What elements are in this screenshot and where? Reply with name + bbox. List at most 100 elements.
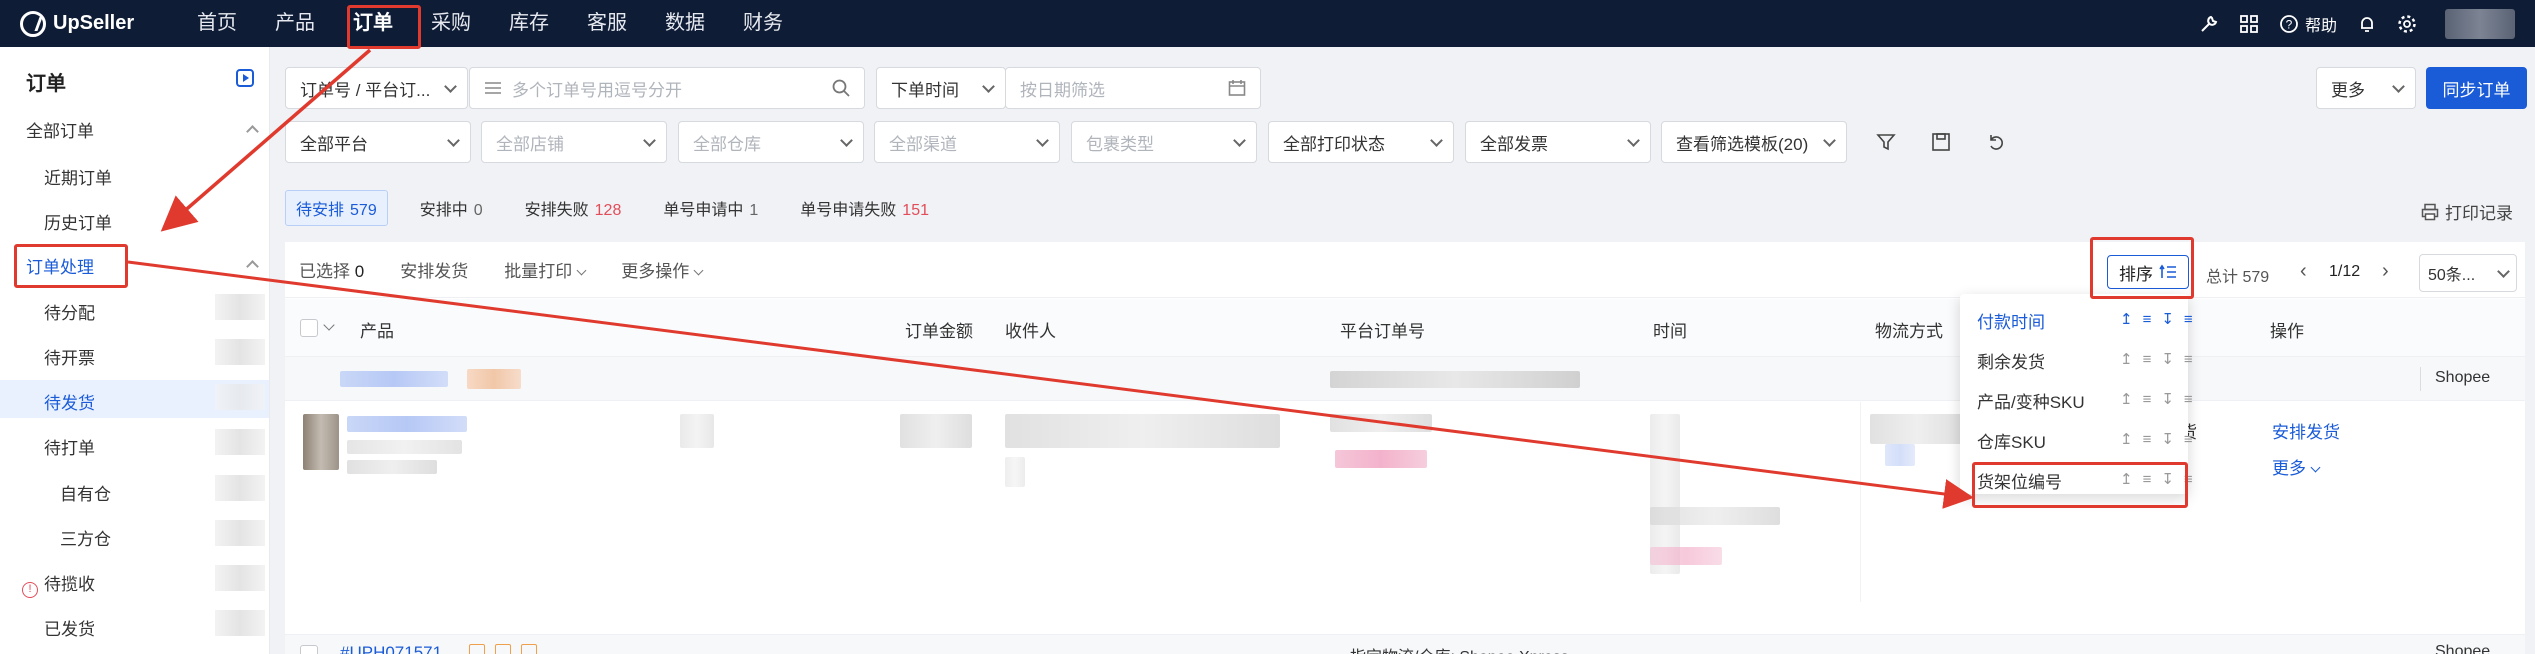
chevron-up-icon[interactable]	[246, 125, 259, 138]
date-range-input[interactable]: 按日期筛选	[1005, 67, 1261, 109]
upseller-logo-icon	[20, 10, 46, 37]
logistics-tag-blurred	[1885, 444, 1915, 466]
filter-template-select[interactable]: 查看筛选模板(20)	[1661, 121, 1847, 163]
svg-text:?: ?	[2286, 17, 2293, 31]
order-number-link[interactable]: #UPH071571	[340, 643, 442, 654]
time-type-select[interactable]: 下单时间	[876, 67, 1006, 109]
order-status-tag-blurred	[1335, 450, 1427, 468]
search-type-select[interactable]: 订单号 / 平台订...	[285, 67, 468, 109]
sort-option-payment-time[interactable]: 付款时间	[1977, 308, 2045, 333]
tab-tracking-applying[interactable]: 单号申请中 1	[653, 191, 768, 225]
channel-placeholder: 全部渠道	[889, 134, 957, 154]
nav-finance[interactable]: 财务	[724, 0, 802, 47]
count-badge-blurred	[215, 339, 265, 365]
more-ops-label: 更多操作	[621, 262, 690, 281]
chevron-down-icon	[2392, 80, 2405, 93]
sort-direction-icons[interactable]: ↥≡↧≡	[2120, 310, 2203, 328]
more-actions-button[interactable]: 更多	[2316, 67, 2416, 109]
selected-count: 已选择 0	[299, 257, 364, 282]
sort-direction-icons[interactable]: ↥≡↧≡	[2120, 390, 2203, 408]
user-avatar[interactable]	[2445, 8, 2515, 39]
date-placeholder: 按日期筛选	[1020, 80, 1105, 100]
sidebar-item-pending-print[interactable]: 待打单	[44, 434, 95, 459]
sidebar-item-pending-assign[interactable]: 待分配	[44, 299, 95, 324]
tab-count: 151	[902, 202, 929, 219]
platform-label: Shopee	[2435, 369, 2491, 386]
apps-grid-icon[interactable]	[2239, 14, 2259, 34]
list-icon	[485, 82, 501, 94]
sidebar-item-third-party-warehouse[interactable]: 三方仓	[60, 525, 111, 550]
sidebar-item-pending-shipment[interactable]: 待发货	[44, 389, 95, 414]
search-input[interactable]: 多个订单号用逗号分开	[469, 67, 865, 109]
product-image-blurred	[303, 414, 339, 470]
sidebar-item-own-warehouse[interactable]: 自有仓	[60, 480, 111, 505]
save-filter-icon[interactable]	[1926, 127, 1956, 157]
order-checkbox[interactable]	[300, 645, 318, 654]
sidebar: 订单 全部订单 近期订单 历史订单 订单处理 待分配 待开票 待发货 待打单 自…	[0, 47, 270, 654]
tools-icon[interactable]	[2199, 14, 2219, 34]
sort-option-product-sku[interactable]: 产品/变种SKU	[1977, 388, 2085, 413]
tab-pending-arrange[interactable]: 待安排 579	[285, 190, 388, 226]
warehouse-select[interactable]: 全部仓库	[678, 121, 864, 163]
divider	[2420, 367, 2421, 391]
nav-inventory[interactable]: 库存	[490, 0, 568, 47]
tab-arranging[interactable]: 安排中 0	[410, 191, 493, 225]
reset-undo-icon[interactable]	[1981, 127, 2011, 157]
sidebar-item-shipped[interactable]: 已发货	[44, 615, 95, 640]
count-badge-blurred	[215, 520, 265, 546]
sidebar-item-recent-orders[interactable]: 近期订单	[44, 164, 112, 189]
nav-customer-service[interactable]: 客服	[568, 0, 646, 47]
invoice-select[interactable]: 全部发票	[1465, 121, 1651, 163]
channel-select[interactable]: 全部渠道	[874, 121, 1060, 163]
arrange-shipment-link[interactable]: 安排发货	[2272, 418, 2340, 443]
page-indicator: 1/12	[2329, 263, 2361, 280]
filter-funnel-icon[interactable]	[1871, 127, 1901, 157]
chevron-down-icon	[1036, 134, 1049, 147]
platform-select[interactable]: 全部平台	[285, 121, 471, 163]
page-size-select[interactable]: 50条...	[2419, 254, 2517, 292]
arrange-shipment-button[interactable]: 安排发货	[400, 257, 468, 282]
sync-orders-button[interactable]: 同步订单	[2426, 67, 2527, 109]
more-actions-link[interactable]: 更多	[2272, 454, 2321, 479]
shop-select[interactable]: 全部店铺	[481, 121, 667, 163]
next-page-icon[interactable]: ›	[2382, 260, 2389, 283]
package-type-select[interactable]: 包裹类型	[1071, 121, 1257, 163]
total-count: 总计 579	[2206, 269, 2270, 286]
nav-purchase[interactable]: 采购	[412, 0, 490, 47]
chevron-up-icon[interactable]	[246, 260, 259, 273]
count-badge-blurred	[215, 565, 265, 591]
sidebar-item-pending-pickup[interactable]: ! 待揽收	[22, 570, 95, 598]
print-status-select[interactable]: 全部打印状态	[1268, 121, 1454, 163]
nav-products[interactable]: 产品	[256, 0, 334, 47]
more-operations-button[interactable]: 更多操作	[621, 257, 704, 282]
order-tag-icon	[495, 644, 511, 654]
chevron-down-icon	[1430, 134, 1443, 147]
nav-data[interactable]: 数据	[646, 0, 724, 47]
chevron-down-icon	[2497, 265, 2510, 278]
prev-page-icon[interactable]: ‹	[2300, 260, 2307, 283]
batch-print-button[interactable]: 批量打印	[504, 257, 587, 282]
print-record-link[interactable]: 打印记录	[2421, 199, 2513, 224]
chevron-down-icon[interactable]	[323, 319, 335, 331]
sidebar-item-history-orders[interactable]: 历史订单	[44, 209, 112, 234]
tab-arrange-failed[interactable]: 安排失败 128	[515, 191, 632, 225]
sort-option-warehouse-sku[interactable]: 仓库SKU	[1977, 428, 2046, 453]
sort-direction-icons[interactable]: ↥≡↧≡	[2120, 350, 2203, 368]
collapse-sidebar-icon[interactable]	[236, 69, 254, 87]
chevron-down-icon	[1627, 134, 1640, 147]
settings-gear-icon[interactable]	[2397, 14, 2417, 34]
sort-direction-icons[interactable]: ↥≡↧≡	[2120, 430, 2203, 448]
sidebar-item-all-orders[interactable]: 全部订单	[26, 117, 94, 142]
amount-blurred	[900, 414, 972, 448]
select-all-checkbox[interactable]	[300, 319, 318, 337]
nav-home[interactable]: 首页	[178, 0, 256, 47]
help-icon: ?	[2280, 14, 2298, 33]
notification-bell-icon[interactable]	[2357, 14, 2377, 34]
help-button[interactable]: ? 帮助	[2279, 12, 2337, 36]
app-logo[interactable]: UpSeller	[20, 10, 160, 37]
sort-option-remaining-shipping[interactable]: 剩余发货	[1977, 348, 2045, 373]
chevron-down-icon	[2310, 462, 2321, 473]
tab-tracking-failed[interactable]: 单号申请失败 151	[790, 191, 939, 225]
sidebar-item-pending-invoice[interactable]: 待开票	[44, 344, 95, 369]
tab-count: 1	[749, 202, 759, 219]
